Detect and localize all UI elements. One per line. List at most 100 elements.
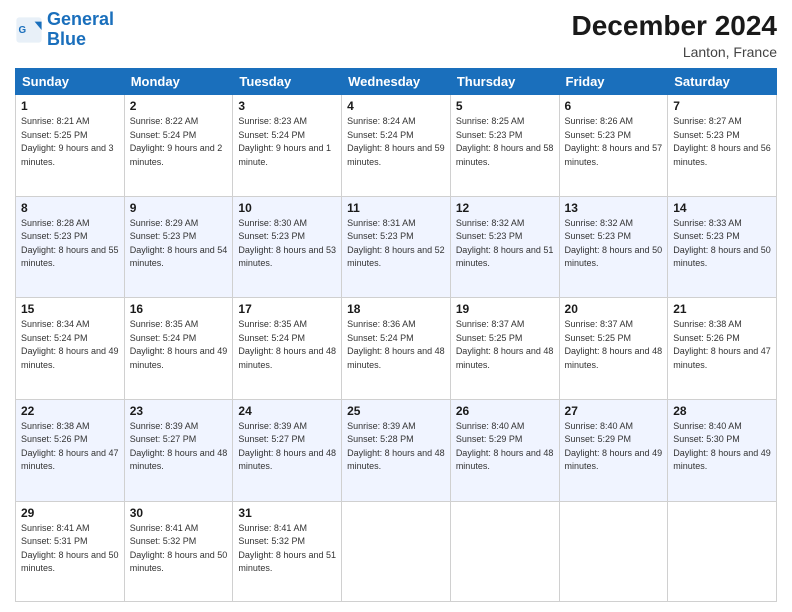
week-row-3: 15 Sunrise: 8:34 AMSunset: 5:24 PMDayligh… xyxy=(16,298,777,400)
day-number: 21 xyxy=(673,302,771,316)
calendar: SundayMondayTuesdayWednesdayThursdayFrid… xyxy=(15,68,777,602)
day-number: 27 xyxy=(565,404,663,418)
weekday-header-monday: Monday xyxy=(124,69,233,95)
day-info: Sunrise: 8:41 AMSunset: 5:32 PMDaylight:… xyxy=(130,522,228,576)
week-row-1: 1 Sunrise: 8:21 AMSunset: 5:25 PMDaylight… xyxy=(16,95,777,197)
day-number: 20 xyxy=(565,302,663,316)
day-number: 29 xyxy=(21,506,119,520)
day-number: 9 xyxy=(130,201,228,215)
day-info: Sunrise: 8:30 AMSunset: 5:23 PMDaylight:… xyxy=(238,217,336,271)
day-number: 7 xyxy=(673,99,771,113)
week-row-4: 22Sunrise: 8:38 AMSunset: 5:26 PMDayligh… xyxy=(16,399,777,501)
day-number: 8 xyxy=(21,201,119,215)
day-number: 4 xyxy=(347,99,445,113)
day-number: 31 xyxy=(238,506,336,520)
logo-text: General Blue xyxy=(47,10,114,50)
day-info: Sunrise: 8:27 AMSunset: 5:23 PMDaylight:… xyxy=(673,115,771,169)
calendar-cell xyxy=(342,501,451,601)
calendar-cell: 5 Sunrise: 8:25 AMSunset: 5:23 PMDaylight… xyxy=(450,95,559,197)
calendar-cell: 15 Sunrise: 8:34 AMSunset: 5:24 PMDayligh… xyxy=(16,298,125,400)
calendar-cell: 9 Sunrise: 8:29 AMSunset: 5:23 PMDaylight… xyxy=(124,196,233,298)
calendar-cell: 19 Sunrise: 8:37 AMSunset: 5:25 PMDayligh… xyxy=(450,298,559,400)
day-number: 6 xyxy=(565,99,663,113)
day-number: 28 xyxy=(673,404,771,418)
weekday-header-saturday: Saturday xyxy=(668,69,777,95)
calendar-cell: 25Sunrise: 8:39 AMSunset: 5:28 PMDayligh… xyxy=(342,399,451,501)
day-number: 24 xyxy=(238,404,336,418)
day-info: Sunrise: 8:40 AMSunset: 5:29 PMDaylight:… xyxy=(456,420,554,474)
day-number: 11 xyxy=(347,201,445,215)
day-info: Sunrise: 8:32 AMSunset: 5:23 PMDaylight:… xyxy=(456,217,554,271)
weekday-header-thursday: Thursday xyxy=(450,69,559,95)
header: G General Blue December 2024 Lanton, Fra… xyxy=(15,10,777,60)
calendar-cell: 7 Sunrise: 8:27 AMSunset: 5:23 PMDaylight… xyxy=(668,95,777,197)
day-info: Sunrise: 8:41 AMSunset: 5:32 PMDaylight:… xyxy=(238,522,336,576)
calendar-cell: 16 Sunrise: 8:35 AMSunset: 5:24 PMDayligh… xyxy=(124,298,233,400)
day-info: Sunrise: 8:38 AMSunset: 5:26 PMDaylight:… xyxy=(673,318,771,372)
calendar-cell: 22Sunrise: 8:38 AMSunset: 5:26 PMDayligh… xyxy=(16,399,125,501)
day-info: Sunrise: 8:33 AMSunset: 5:23 PMDaylight:… xyxy=(673,217,771,271)
day-number: 26 xyxy=(456,404,554,418)
calendar-cell: 21 Sunrise: 8:38 AMSunset: 5:26 PMDayligh… xyxy=(668,298,777,400)
calendar-cell: 29 Sunrise: 8:41 AMSunset: 5:31 PMDayligh… xyxy=(16,501,125,601)
day-number: 25 xyxy=(347,404,445,418)
day-info: Sunrise: 8:22 AMSunset: 5:24 PMDaylight:… xyxy=(130,115,228,169)
day-number: 18 xyxy=(347,302,445,316)
day-info: Sunrise: 8:35 AMSunset: 5:24 PMDaylight:… xyxy=(130,318,228,372)
calendar-cell: 2 Sunrise: 8:22 AMSunset: 5:24 PMDaylight… xyxy=(124,95,233,197)
day-info: Sunrise: 8:41 AMSunset: 5:31 PMDaylight:… xyxy=(21,522,119,576)
calendar-cell: 18 Sunrise: 8:36 AMSunset: 5:24 PMDayligh… xyxy=(342,298,451,400)
weekday-header-wednesday: Wednesday xyxy=(342,69,451,95)
calendar-cell: 26 Sunrise: 8:40 AMSunset: 5:29 PMDayligh… xyxy=(450,399,559,501)
day-info: Sunrise: 8:36 AMSunset: 5:24 PMDaylight:… xyxy=(347,318,445,372)
calendar-cell: 30 Sunrise: 8:41 AMSunset: 5:32 PMDayligh… xyxy=(124,501,233,601)
day-info: Sunrise: 8:37 AMSunset: 5:25 PMDaylight:… xyxy=(456,318,554,372)
title-area: December 2024 Lanton, France xyxy=(572,10,777,60)
day-info: Sunrise: 8:39 AMSunset: 5:27 PMDaylight:… xyxy=(130,420,228,474)
calendar-cell: 4 Sunrise: 8:24 AMSunset: 5:24 PMDaylight… xyxy=(342,95,451,197)
day-number: 19 xyxy=(456,302,554,316)
calendar-cell xyxy=(559,501,668,601)
day-info: Sunrise: 8:28 AMSunset: 5:23 PMDaylight:… xyxy=(21,217,119,271)
day-info: Sunrise: 8:31 AMSunset: 5:23 PMDaylight:… xyxy=(347,217,445,271)
day-info: Sunrise: 8:40 AMSunset: 5:29 PMDaylight:… xyxy=(565,420,663,474)
calendar-cell: 13Sunrise: 8:32 AMSunset: 5:23 PMDayligh… xyxy=(559,196,668,298)
day-info: Sunrise: 8:34 AMSunset: 5:24 PMDaylight:… xyxy=(21,318,119,372)
svg-text:G: G xyxy=(19,25,27,36)
day-info: Sunrise: 8:29 AMSunset: 5:23 PMDaylight:… xyxy=(130,217,228,271)
day-number: 5 xyxy=(456,99,554,113)
day-number: 2 xyxy=(130,99,228,113)
calendar-cell: 3Sunrise: 8:23 AMSunset: 5:24 PMDaylight… xyxy=(233,95,342,197)
day-info: Sunrise: 8:26 AMSunset: 5:23 PMDaylight:… xyxy=(565,115,663,169)
week-row-5: 29 Sunrise: 8:41 AMSunset: 5:31 PMDayligh… xyxy=(16,501,777,601)
calendar-cell: 10Sunrise: 8:30 AMSunset: 5:23 PMDayligh… xyxy=(233,196,342,298)
day-info: Sunrise: 8:25 AMSunset: 5:23 PMDaylight:… xyxy=(456,115,554,169)
day-info: Sunrise: 8:37 AMSunset: 5:25 PMDaylight:… xyxy=(565,318,663,372)
month-title: December 2024 xyxy=(572,10,777,42)
day-info: Sunrise: 8:24 AMSunset: 5:24 PMDaylight:… xyxy=(347,115,445,169)
logo-icon: G xyxy=(15,16,43,44)
logo: G General Blue xyxy=(15,10,114,50)
calendar-cell: 27 Sunrise: 8:40 AMSunset: 5:29 PMDayligh… xyxy=(559,399,668,501)
day-number: 16 xyxy=(130,302,228,316)
day-number: 12 xyxy=(456,201,554,215)
calendar-cell: 14 Sunrise: 8:33 AMSunset: 5:23 PMDayligh… xyxy=(668,196,777,298)
day-info: Sunrise: 8:40 AMSunset: 5:30 PMDaylight:… xyxy=(673,420,771,474)
logo-blue: Blue xyxy=(47,30,114,50)
day-info: Sunrise: 8:35 AMSunset: 5:24 PMDaylight:… xyxy=(238,318,336,372)
day-info: Sunrise: 8:32 AMSunset: 5:23 PMDaylight:… xyxy=(565,217,663,271)
day-number: 30 xyxy=(130,506,228,520)
day-number: 14 xyxy=(673,201,771,215)
logo-general: General xyxy=(47,9,114,29)
day-info: Sunrise: 8:21 AMSunset: 5:25 PMDaylight:… xyxy=(21,115,119,169)
weekday-header-sunday: Sunday xyxy=(16,69,125,95)
weekday-header-row: SundayMondayTuesdayWednesdayThursdayFrid… xyxy=(16,69,777,95)
weekday-header-friday: Friday xyxy=(559,69,668,95)
day-number: 17 xyxy=(238,302,336,316)
day-number: 1 xyxy=(21,99,119,113)
calendar-cell: 31 Sunrise: 8:41 AMSunset: 5:32 PMDayligh… xyxy=(233,501,342,601)
day-info: Sunrise: 8:38 AMSunset: 5:26 PMDaylight:… xyxy=(21,420,119,474)
day-number: 15 xyxy=(21,302,119,316)
day-info: Sunrise: 8:23 AMSunset: 5:24 PMDaylight:… xyxy=(238,115,336,169)
calendar-cell: 23Sunrise: 8:39 AMSunset: 5:27 PMDayligh… xyxy=(124,399,233,501)
